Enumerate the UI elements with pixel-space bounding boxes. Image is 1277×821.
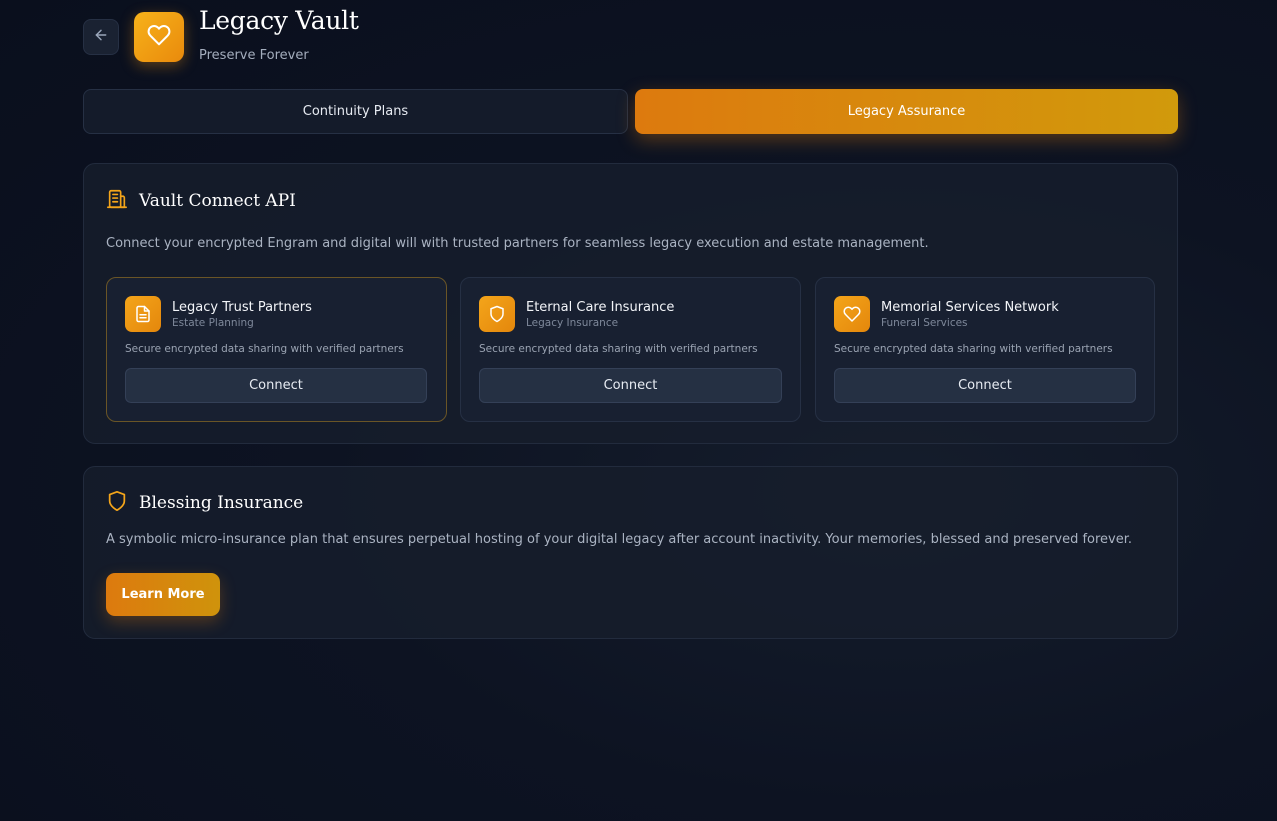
vault-connect-panel: Vault Connect API Connect your encrypted… xyxy=(83,163,1178,444)
app-subtitle: Preserve Forever xyxy=(199,48,309,63)
partner-card-memorial-services: Memorial Services Network Funeral Servic… xyxy=(815,277,1155,422)
back-button[interactable] xyxy=(83,19,119,55)
partner-description: Secure encrypted data sharing with verif… xyxy=(125,343,404,355)
partner-category: Legacy Insurance xyxy=(526,317,619,329)
vault-connect-title: Vault Connect API xyxy=(139,191,296,211)
shield-icon xyxy=(106,490,128,516)
tab-bar: Continuity Plans Legacy Assurance xyxy=(83,89,1178,134)
blessing-header: Blessing Insurance xyxy=(106,490,303,516)
shield-icon xyxy=(479,296,515,332)
partner-name: Eternal Care Insurance xyxy=(526,300,675,315)
blessing-title: Blessing Insurance xyxy=(139,493,304,513)
partner-description: Secure encrypted data sharing with verif… xyxy=(479,343,758,355)
tab-legacy-assurance[interactable]: Legacy Assurance xyxy=(635,89,1178,134)
partner-name: Memorial Services Network xyxy=(881,300,1059,315)
connect-button-eternal-care[interactable]: Connect xyxy=(479,368,782,403)
partner-category: Estate Planning xyxy=(172,317,254,329)
vault-connect-description: Connect your encrypted Engram and digita… xyxy=(106,236,929,251)
document-icon xyxy=(125,296,161,332)
connect-button-legacy-trust[interactable]: Connect xyxy=(125,368,427,403)
vault-connect-header: Vault Connect API xyxy=(106,188,296,214)
partner-description: Secure encrypted data sharing with verif… xyxy=(834,343,1113,355)
blessing-description: A symbolic micro-insurance plan that ens… xyxy=(106,532,1133,547)
building-icon xyxy=(106,188,128,214)
learn-more-button[interactable]: Learn More xyxy=(106,573,220,616)
heart-icon xyxy=(834,296,870,332)
partner-name: Legacy Trust Partners xyxy=(172,300,312,315)
connect-button-memorial-services[interactable]: Connect xyxy=(834,368,1136,403)
partner-category: Funeral Services xyxy=(881,317,968,329)
heart-icon xyxy=(147,23,171,51)
app-logo xyxy=(134,12,184,62)
tab-continuity-plans[interactable]: Continuity Plans xyxy=(83,89,628,134)
blessing-insurance-panel: Blessing Insurance A symbolic micro-insu… xyxy=(83,466,1178,639)
partner-card-eternal-care: Eternal Care Insurance Legacy Insurance … xyxy=(460,277,801,422)
app-title: Legacy Vault xyxy=(199,6,359,35)
arrow-left-icon xyxy=(93,27,109,47)
partner-card-legacy-trust: Legacy Trust Partners Estate Planning Se… xyxy=(106,277,447,422)
